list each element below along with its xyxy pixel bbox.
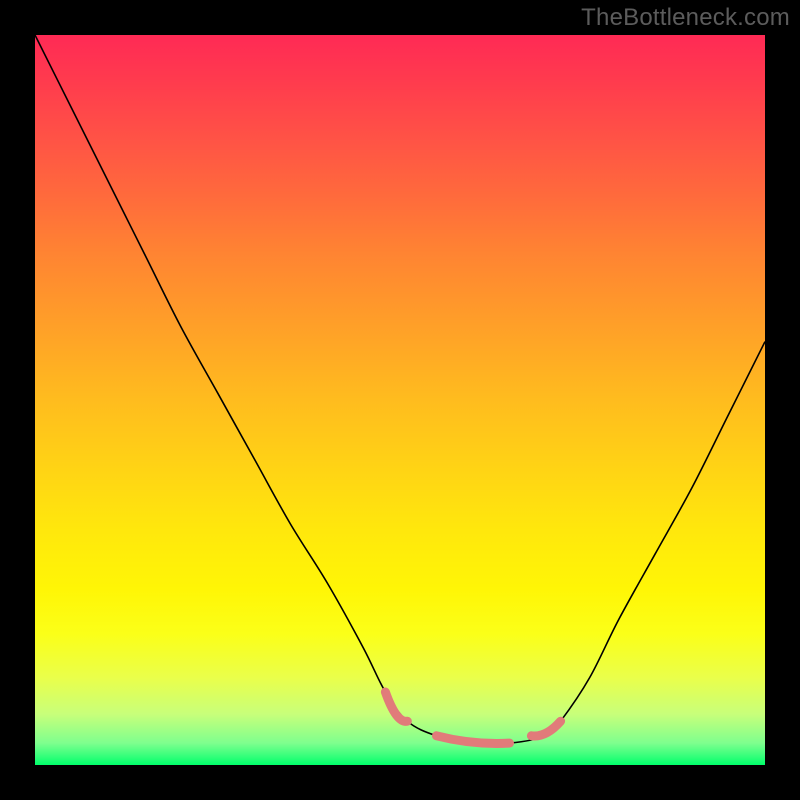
watermark-text: TheBottleneck.com bbox=[581, 4, 790, 32]
accent-dash-1 bbox=[437, 736, 510, 744]
chart-svg bbox=[35, 35, 765, 765]
accent-dash-2 bbox=[531, 721, 560, 736]
bottleneck-curve bbox=[35, 35, 765, 744]
chart-frame: TheBottleneck.com bbox=[0, 0, 800, 800]
plot-area bbox=[35, 35, 765, 765]
accent-dash-0 bbox=[385, 692, 407, 721]
accent-dashes bbox=[385, 692, 560, 743]
